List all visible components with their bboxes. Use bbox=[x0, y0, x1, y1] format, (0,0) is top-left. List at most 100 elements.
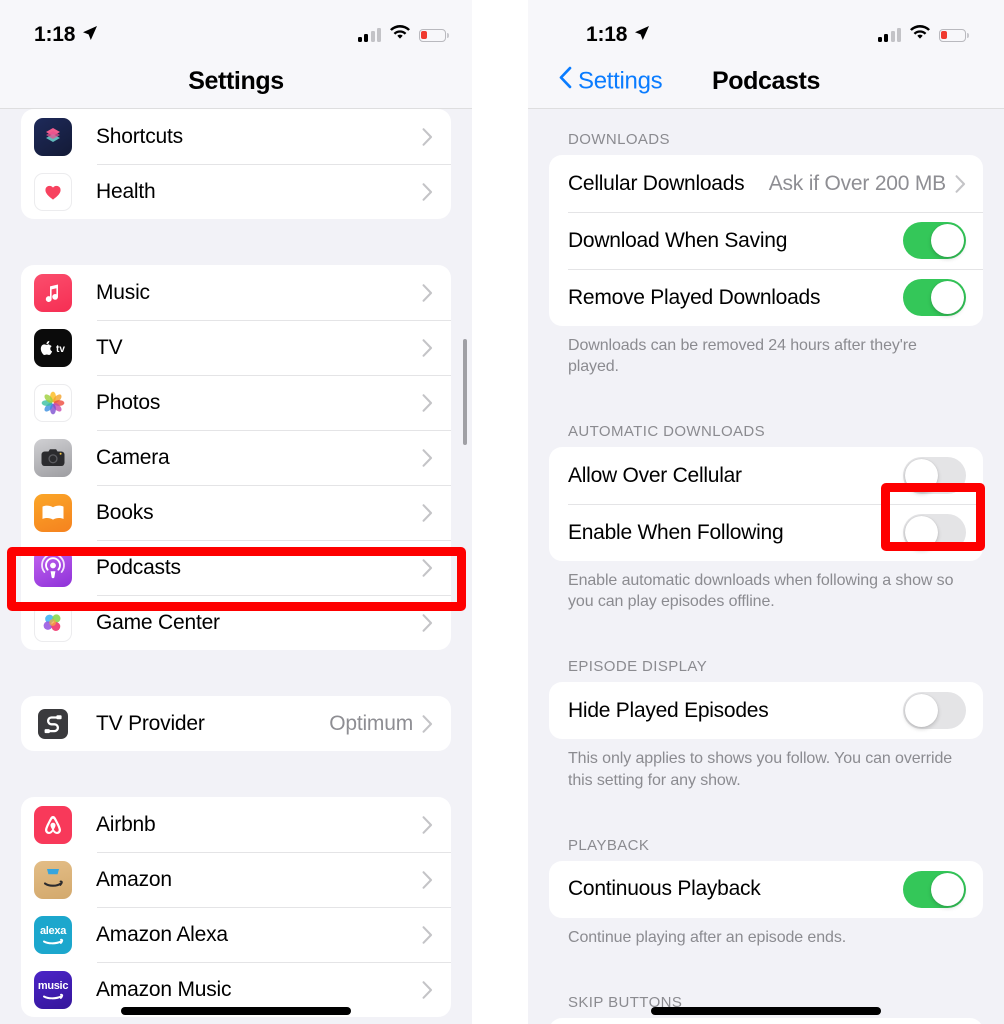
toggle-remove-played-downloads[interactable] bbox=[903, 279, 966, 316]
row-allow-over-cellular[interactable]: Allow Over Cellular bbox=[549, 447, 983, 504]
sidebar-item-label: TV Provider bbox=[96, 711, 205, 735]
wifi-icon bbox=[390, 25, 410, 45]
page-title: Settings bbox=[188, 66, 284, 95]
toggle-download-when-saving[interactable] bbox=[903, 222, 966, 259]
toggle-allow-over-cellular[interactable] bbox=[903, 457, 966, 495]
podcasts-app-icon bbox=[34, 548, 72, 587]
row-label: Hide Played Episodes bbox=[568, 698, 769, 722]
row-enable-when-following[interactable]: Enable When Following bbox=[549, 504, 983, 561]
sidebar-item-value: Optimum bbox=[329, 711, 413, 735]
wifi-icon bbox=[910, 25, 930, 45]
sidebar-item-amazon-alexa[interactable]: alexa Amazon Alexa bbox=[21, 907, 451, 962]
toggle-hide-played-episodes[interactable] bbox=[903, 692, 966, 730]
sidebar-item-photos[interactable]: Photos bbox=[21, 375, 451, 430]
row-download-when-saving[interactable]: Download When Saving bbox=[549, 212, 983, 269]
cellular-signal-icon bbox=[357, 28, 381, 42]
section-header-downloads: DOWNLOADS bbox=[568, 131, 670, 148]
music-app-icon bbox=[34, 273, 72, 312]
sidebar-item-label: Airbnb bbox=[96, 812, 156, 836]
section-footer-episode-display: This only applies to shows you follow. Y… bbox=[568, 750, 953, 789]
chevron-right-icon bbox=[422, 448, 451, 467]
tv-provider-icon bbox=[34, 704, 72, 743]
shortcuts-app-icon bbox=[34, 117, 72, 156]
chevron-left-icon bbox=[559, 66, 572, 96]
chevron-right-icon bbox=[422, 870, 451, 889]
sidebar-item-label: Amazon Music bbox=[96, 977, 232, 1001]
settings-group-1: Shortcuts Health bbox=[21, 109, 451, 219]
row-cellular-downloads[interactable]: Cellular Downloads Ask if Over 200 MB bbox=[549, 155, 983, 212]
section-header-episode-display: EPISODE DISPLAY bbox=[568, 658, 708, 676]
sidebar-item-label: Camera bbox=[96, 445, 170, 469]
sidebar-item-shortcuts[interactable]: Shortcuts bbox=[21, 109, 451, 164]
right-phone-screen: 1:18 Settings Podcasts DOWNLOADS Cellula… bbox=[528, 0, 1004, 1024]
sidebar-item-camera[interactable]: Camera bbox=[21, 430, 451, 485]
svg-text:tv: tv bbox=[56, 344, 65, 355]
section-header-playback: PLAYBACK bbox=[568, 836, 650, 854]
row-forward[interactable]: Forward 30 Seconds bbox=[549, 1018, 983, 1024]
status-bar: 1:18 bbox=[0, 0, 472, 54]
section-automatic-downloads: Allow Over Cellular Enable When Followin… bbox=[549, 447, 983, 562]
back-button-label: Settings bbox=[578, 67, 663, 94]
status-bar-left: 1:18 bbox=[586, 23, 650, 47]
row-continuous-playback[interactable]: Continuous Playback bbox=[549, 861, 983, 918]
toggle-continuous-playback[interactable] bbox=[903, 870, 966, 908]
sidebar-item-tv[interactable]: tv TV bbox=[21, 320, 451, 375]
home-indicator bbox=[121, 1007, 351, 1015]
chevron-right-icon bbox=[955, 174, 966, 193]
sidebar-item-music[interactable]: Music bbox=[21, 265, 451, 320]
sidebar-item-podcasts[interactable]: Podcasts bbox=[21, 540, 451, 595]
sidebar-item-airbnb[interactable]: Airbnb bbox=[21, 797, 451, 852]
scroll-indicator[interactable] bbox=[463, 339, 467, 445]
chevron-right-icon bbox=[422, 714, 451, 733]
sidebar-item-label: TV bbox=[96, 335, 123, 359]
sidebar-item-label: Music bbox=[96, 280, 150, 304]
sidebar-item-amazon[interactable]: Amazon bbox=[21, 852, 451, 907]
page-title: Podcasts bbox=[712, 66, 820, 95]
sidebar-item-label: Podcasts bbox=[96, 555, 181, 579]
sidebar-item-label: Health bbox=[96, 179, 156, 203]
settings-group-3: TV Provider Optimum bbox=[21, 696, 451, 751]
row-remove-played-downloads[interactable]: Remove Played Downloads bbox=[549, 269, 983, 326]
section-footer-playback: Continue playing after an episode ends. bbox=[568, 928, 847, 946]
settings-list-scroll[interactable]: Shortcuts Health Music tv TV Photos Came… bbox=[0, 109, 472, 1024]
chevron-right-icon bbox=[422, 558, 451, 577]
toggle-knob bbox=[905, 516, 938, 550]
status-bar-right bbox=[877, 25, 970, 45]
home-indicator bbox=[651, 1007, 881, 1015]
tv-app-icon: tv bbox=[34, 328, 72, 367]
sidebar-item-game-center[interactable]: Game Center bbox=[21, 595, 451, 650]
chevron-right-icon bbox=[422, 613, 451, 632]
sidebar-item-label: Amazon Alexa bbox=[96, 922, 228, 946]
toggle-knob bbox=[905, 459, 938, 493]
battery-low-icon bbox=[419, 28, 450, 42]
toggle-knob bbox=[931, 224, 964, 257]
podcasts-settings-scroll[interactable]: DOWNLOADS Cellular Downloads Ask if Over… bbox=[528, 109, 1004, 1024]
sidebar-item-label: Shortcuts bbox=[96, 124, 183, 148]
battery-low-icon bbox=[939, 28, 970, 42]
back-button[interactable]: Settings bbox=[559, 66, 663, 96]
settings-group-4: Airbnb Amazon alexa Amazon Alexa music A… bbox=[21, 797, 451, 1017]
amazon-alexa-app-icon: alexa bbox=[34, 915, 72, 954]
chevron-right-icon bbox=[422, 182, 451, 201]
status-bar: 1:18 bbox=[528, 0, 1004, 54]
status-bar-left: 1:18 bbox=[34, 23, 98, 47]
row-label: Download When Saving bbox=[568, 228, 788, 252]
section-skip-buttons: Forward 30 Seconds bbox=[549, 1017, 983, 1024]
sidebar-item-health[interactable]: Health bbox=[21, 164, 451, 219]
nav-bar: Settings bbox=[0, 54, 472, 109]
row-label: Cellular Downloads bbox=[568, 171, 745, 195]
sidebar-item-label: Game Center bbox=[96, 610, 220, 634]
row-label: Remove Played Downloads bbox=[568, 285, 821, 309]
status-bar-right bbox=[357, 25, 450, 45]
sidebar-item-tv-provider[interactable]: TV Provider Optimum bbox=[21, 696, 451, 751]
toggle-knob bbox=[905, 694, 938, 728]
airbnb-app-icon bbox=[34, 805, 72, 844]
row-hide-played-episodes[interactable]: Hide Played Episodes bbox=[549, 682, 983, 739]
sidebar-item-books[interactable]: Books bbox=[21, 485, 451, 540]
toggle-enable-when-following[interactable] bbox=[903, 514, 966, 552]
